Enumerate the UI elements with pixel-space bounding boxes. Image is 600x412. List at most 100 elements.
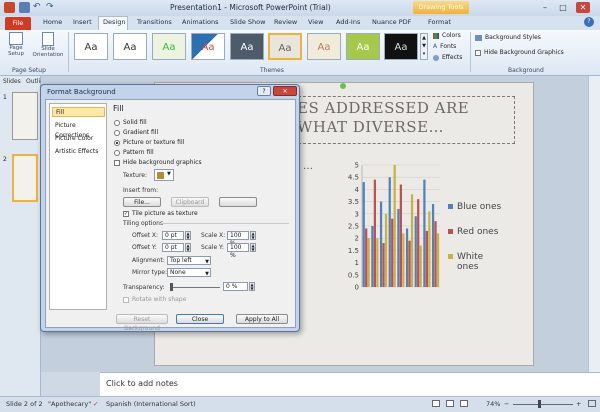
title-rotation-handle[interactable]: [340, 83, 346, 89]
offset-x-spinner[interactable]: ▲ ▼: [185, 231, 191, 240]
slide-thumbnail-2[interactable]: [12, 154, 38, 202]
chart-bar-red-ones[interactable]: [434, 221, 437, 287]
tab-slides[interactable]: Slides: [3, 78, 21, 85]
tab-view[interactable]: View: [308, 18, 323, 26]
slide-thumbnail-1[interactable]: [12, 92, 38, 140]
offset-x-input[interactable]: 0 pt: [162, 231, 184, 240]
dialog-close-button[interactable]: ✕: [273, 86, 297, 96]
tile-picture-checkbox[interactable]: ✓ Tile picture as texture: [123, 210, 198, 217]
transparency-input[interactable]: 0 %: [223, 282, 248, 291]
theme-colors-button[interactable]: Colors: [433, 32, 461, 39]
chart-bar-red-ones[interactable]: [399, 184, 402, 287]
tab-format[interactable]: Format: [428, 18, 451, 26]
chart-bar-red-ones[interactable]: [373, 179, 376, 287]
page-setup-button[interactable]: Page Setup: [4, 32, 28, 62]
scale-y-spinner[interactable]: ▲ ▼: [250, 243, 256, 252]
nav-fill[interactable]: Fill: [52, 107, 105, 117]
tab-home[interactable]: Home: [43, 18, 62, 26]
themes-scroll[interactable]: ▲ ▼ ▾: [420, 33, 428, 60]
background-styles-button[interactable]: Background Styles: [475, 34, 541, 41]
offset-y-spinner[interactable]: ▲ ▼: [185, 243, 191, 252]
solid-fill-option[interactable]: Solid fill: [114, 119, 147, 126]
notes-pane[interactable]: Click to add notes: [100, 372, 600, 396]
transparency-slider-thumb[interactable]: [170, 283, 173, 291]
chart-bar-blue-ones[interactable]: [423, 179, 426, 287]
tab-design[interactable]: Design: [103, 18, 125, 26]
fit-to-window-icon[interactable]: [588, 400, 596, 407]
mirror-type-dropdown[interactable]: None ▼: [167, 268, 211, 277]
hide-background-graphics-option[interactable]: Hide background graphics: [114, 159, 202, 166]
undo-icon[interactable]: ↶: [33, 2, 44, 13]
clipboard-button[interactable]: Clipboard: [171, 197, 209, 207]
minimize-button[interactable]: –: [538, 2, 552, 13]
dialog-help-button[interactable]: ?: [257, 86, 271, 96]
normal-view-icon[interactable]: [432, 400, 440, 407]
transparency-spinner[interactable]: ▲ ▼: [249, 282, 255, 291]
bar-chart[interactable]: 0 0.5 1 1.5 2 2.5 3 3.5 4 4.5 5 Blue ones Red ones W…: [340, 161, 530, 311]
rotate-with-shape-checkbox[interactable]: Rotate with shape: [123, 296, 186, 303]
tab-animations[interactable]: Animations: [182, 18, 219, 26]
theme-aspect-thumb[interactable]: Aa: [307, 33, 341, 60]
nav-artistic-effects[interactable]: Artistic Effects: [52, 147, 105, 157]
chart-bar-blue-ones[interactable]: [371, 226, 374, 287]
help-icon[interactable]: ?: [584, 17, 594, 27]
theme-fonts-button[interactable]: A Fonts: [433, 43, 456, 50]
nav-picture-corrections[interactable]: Picture Corrections: [52, 121, 105, 139]
nav-picture-color[interactable]: Picture Color: [52, 134, 105, 144]
chart-bar-white-ones[interactable]: [428, 211, 431, 287]
zoom-in-icon[interactable]: +: [576, 400, 581, 408]
close-dialog-button[interactable]: Close: [176, 314, 224, 324]
redo-icon[interactable]: ↷: [46, 2, 57, 13]
file-button[interactable]: File...: [123, 197, 161, 207]
chart-bar-white-ones[interactable]: [419, 245, 422, 287]
chart-bar-blue-ones[interactable]: [397, 208, 400, 287]
save-icon[interactable]: [19, 2, 30, 13]
chart-bar-blue-ones[interactable]: [405, 228, 409, 287]
theme-austin-thumb[interactable]: Aa: [230, 33, 264, 60]
tab-slide-show[interactable]: Slide Show: [230, 18, 265, 26]
maximize-button[interactable]: □: [556, 2, 570, 13]
clip-art-button[interactable]: [219, 197, 257, 207]
vertical-scrollbar[interactable]: [588, 76, 600, 372]
texture-dropdown[interactable]: ▼: [154, 169, 174, 181]
chart-bar-red-ones[interactable]: [425, 230, 428, 287]
chart-bar-blue-ones[interactable]: [379, 201, 383, 287]
tab-insert[interactable]: Insert: [73, 18, 92, 26]
zoom-level[interactable]: 74%: [486, 400, 500, 408]
powerpoint-logo-icon[interactable]: [4, 2, 15, 13]
chart-bar-blue-ones[interactable]: [414, 216, 417, 287]
slide-orientation-button[interactable]: Slide Orientation: [32, 32, 64, 62]
chart-bar-blue-ones[interactable]: [362, 182, 365, 287]
tab-file[interactable]: File: [5, 17, 31, 30]
chart-bar-white-ones[interactable]: [410, 194, 414, 287]
scale-x-input[interactable]: 100 %: [227, 231, 249, 247]
reading-view-icon[interactable]: [460, 400, 468, 407]
zoom-slider[interactable]: [513, 404, 573, 405]
slide-sorter-icon[interactable]: [446, 400, 454, 407]
language[interactable]: Spanish (International Sort): [106, 400, 196, 408]
chart-bar-white-ones[interactable]: [367, 238, 370, 287]
chart-bar-white-ones[interactable]: [393, 165, 396, 287]
chart-bar-white-ones[interactable]: [384, 213, 388, 287]
chart-bar-red-ones[interactable]: [408, 240, 411, 287]
reset-background-button[interactable]: Reset Background: [116, 314, 168, 332]
scale-y-input[interactable]: 100 %: [227, 243, 249, 259]
chart-bar-white-ones[interactable]: [402, 233, 405, 287]
chart-bar-red-ones[interactable]: [382, 243, 385, 287]
chart-bar-white-ones[interactable]: [436, 233, 440, 287]
theme-effects-button[interactable]: Effects: [433, 54, 462, 61]
theme-apothecary-thumb-selected[interactable]: Aa: [268, 33, 302, 60]
apply-to-all-button[interactable]: Apply to All: [236, 314, 288, 324]
hide-background-graphics-checkbox[interactable]: Hide Background Graphics: [475, 49, 564, 56]
zoom-slider-thumb[interactable]: [538, 400, 541, 408]
chart-bar-red-ones[interactable]: [391, 218, 394, 287]
theme-black-tie-thumb[interactable]: Aa: [384, 33, 418, 60]
theme-civic-thumb[interactable]: Aa: [346, 33, 380, 60]
theme-office-thumb[interactable]: Aa: [74, 33, 108, 60]
tab-nuance-pdf[interactable]: Nuance PDF: [372, 18, 411, 26]
tab-add-ins[interactable]: Add-Ins: [336, 18, 360, 26]
chart-bar-red-ones[interactable]: [417, 199, 420, 287]
chart-bar-white-ones[interactable]: [376, 238, 379, 287]
theme-apex-thumb[interactable]: Aa: [191, 33, 225, 60]
close-button[interactable]: ✕: [576, 2, 590, 13]
